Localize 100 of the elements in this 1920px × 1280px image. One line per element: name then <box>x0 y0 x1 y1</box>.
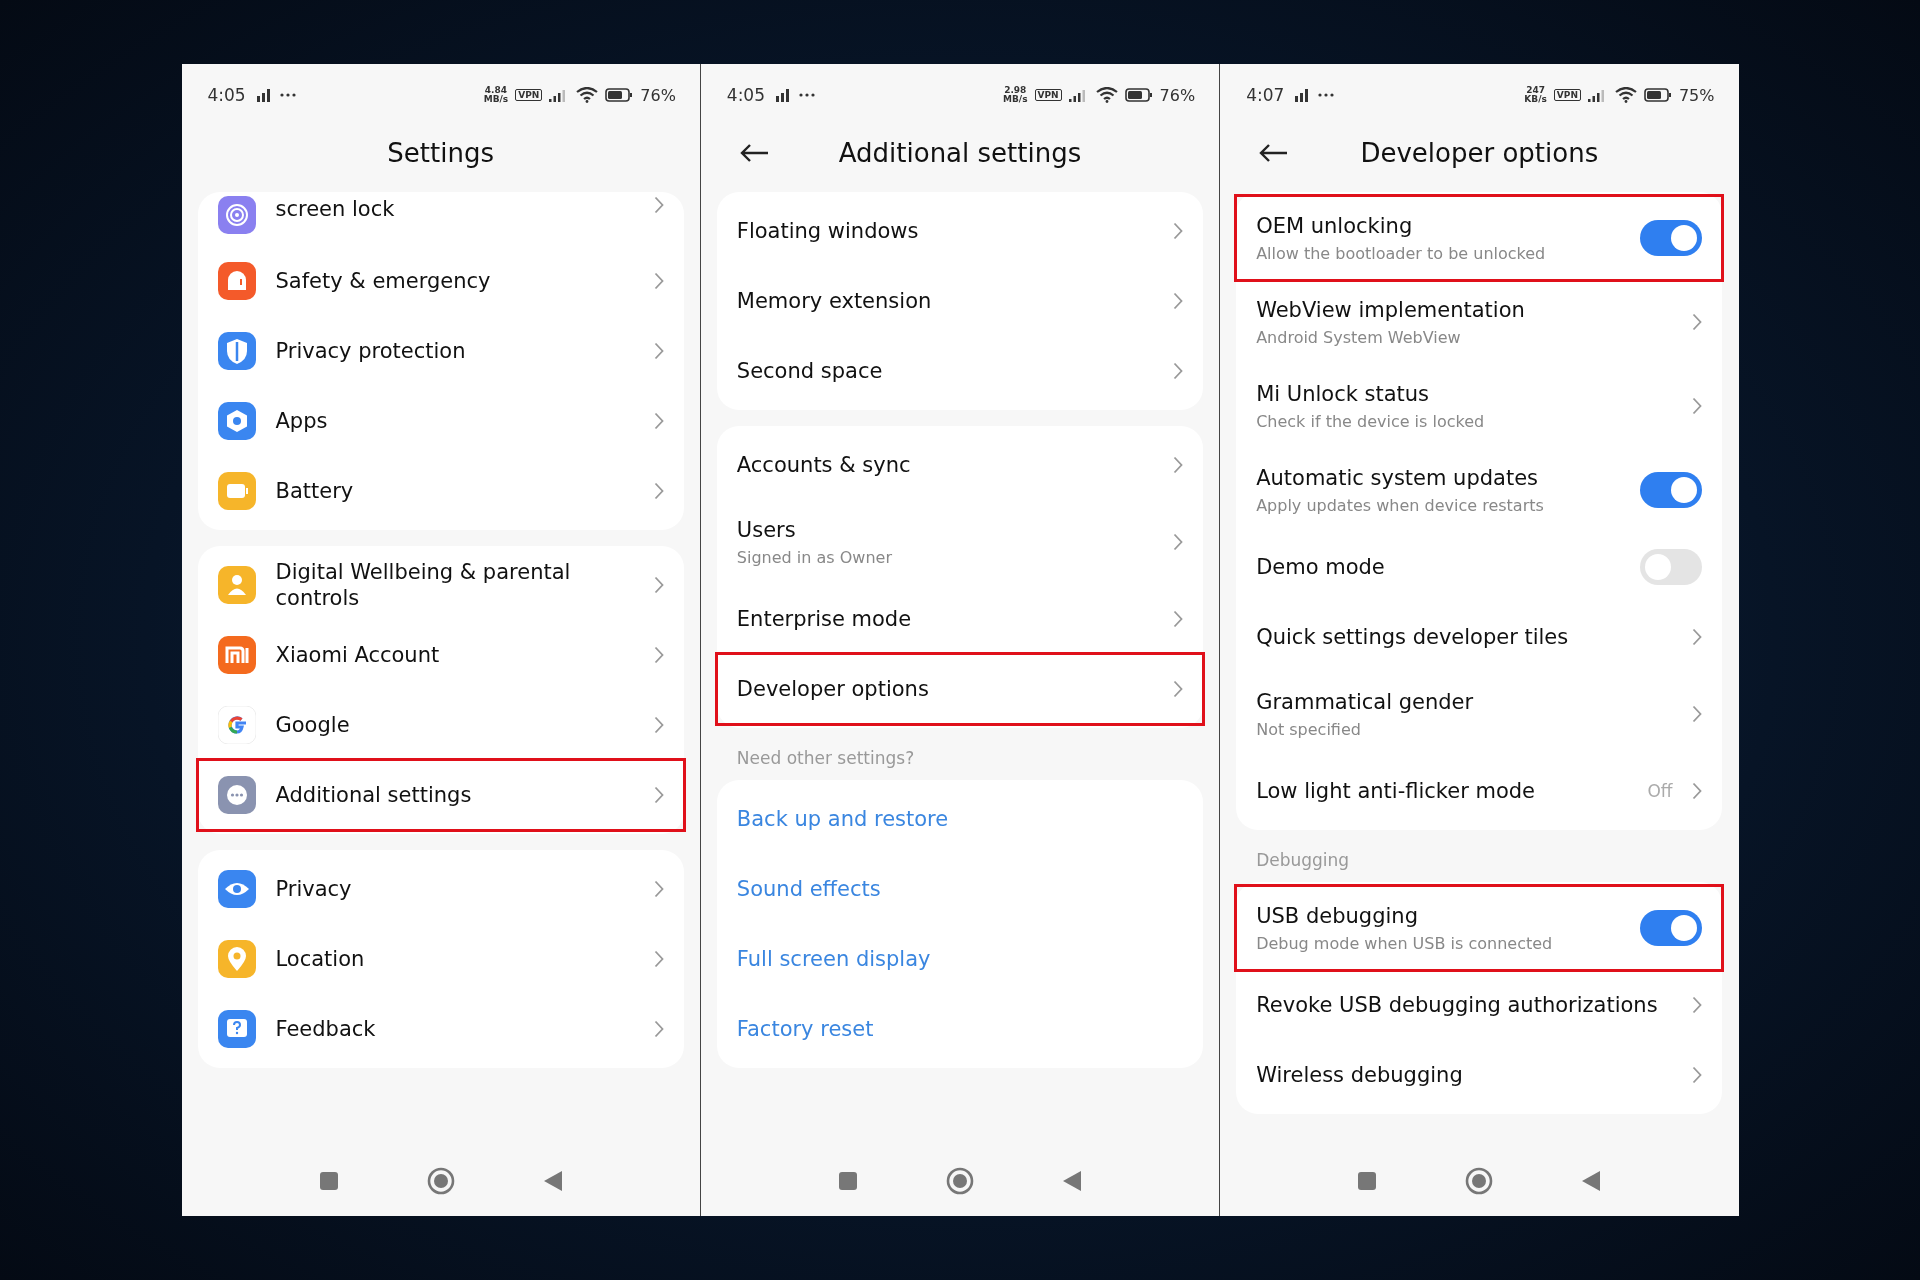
settings-row[interactable]: Factory reset <box>716 994 1204 1064</box>
wifi-icon <box>1614 87 1637 103</box>
chevron-icon <box>653 272 664 290</box>
settings-row[interactable]: Sound effects <box>716 854 1204 924</box>
item-label: Location <box>275 945 366 973</box>
settings-row[interactable]: Safety & emergency <box>197 246 684 316</box>
item-label: WebView implementation <box>1256 297 1526 324</box>
item-label: Users <box>736 517 797 544</box>
recents-icon[interactable] <box>1357 1171 1378 1191</box>
battery-icon <box>217 472 256 510</box>
chevron-icon <box>653 576 664 594</box>
item-label: Privacy protection <box>275 337 467 365</box>
wifi-icon <box>1095 87 1118 103</box>
chevron-icon <box>1173 362 1184 380</box>
settings-row[interactable]: USB debugging Debug mode when USB is connected <box>1236 886 1723 970</box>
settings-row[interactable]: Users Signed in as Owner <box>716 500 1204 584</box>
settings-row[interactable]: Revoke USB debugging authorizations <box>1236 970 1723 1040</box>
settings-row[interactable]: Location <box>197 924 684 994</box>
settings-row[interactable]: Enterprise mode <box>716 584 1204 654</box>
item-label: Developer options <box>736 675 930 703</box>
toggle-switch[interactable] <box>1640 472 1703 508</box>
settings-row[interactable]: Xiaomi Account <box>197 620 684 690</box>
settings-row[interactable]: OEM unlocking Allow the bootloader to be unlocked <box>1236 196 1723 280</box>
more-icon <box>1318 93 1335 97</box>
settings-row[interactable]: Wireless debugging <box>1236 1040 1723 1110</box>
recents-icon[interactable] <box>318 1171 339 1191</box>
item-label: USB debugging <box>1256 903 1419 930</box>
settings-row[interactable]: Digital Wellbeing & parental controls <box>197 550 684 620</box>
settings-row[interactable]: Privacy protection <box>197 316 684 386</box>
chevron-icon <box>653 1020 664 1038</box>
section-header: Need other settings? <box>735 747 916 768</box>
item-label: OEM unlocking <box>1256 213 1414 240</box>
item-label: Factory reset <box>736 1015 875 1043</box>
back-arrow-icon[interactable] <box>738 143 769 163</box>
settings-row[interactable]: Memory extension <box>716 266 1204 336</box>
eye-icon <box>217 870 256 908</box>
back-icon[interactable] <box>1062 1170 1082 1192</box>
signal-icon <box>776 88 792 102</box>
chevron-icon <box>1692 313 1703 331</box>
settings-row[interactable]: Developer options <box>716 654 1204 724</box>
settings-row[interactable]: Accounts & sync <box>716 430 1204 500</box>
settings-row[interactable]: Additional settings <box>197 760 684 830</box>
item-label: Floating windows <box>736 217 920 245</box>
settings-row[interactable]: Quick settings developer tiles <box>1236 602 1723 672</box>
chevron-icon <box>653 482 664 500</box>
settings-row[interactable]: Apps <box>197 386 684 456</box>
back-arrow-icon[interactable] <box>1258 143 1289 163</box>
settings-row[interactable]: WebView implementation Android System WebView <box>1236 280 1723 364</box>
chevron-icon <box>1692 705 1703 723</box>
battery-icon <box>1124 88 1153 102</box>
settings-row[interactable]: Demo mode <box>1236 532 1723 602</box>
back-icon[interactable] <box>1581 1170 1602 1192</box>
toggle-switch[interactable] <box>1640 549 1703 585</box>
settings-row[interactable]: Full screen display <box>716 924 1204 994</box>
toggle-switch[interactable] <box>1640 220 1703 256</box>
settings-row[interactable]: Back up and restore <box>716 784 1204 854</box>
screen-title: Additional settings <box>838 138 1082 168</box>
item-label: Quick settings developer tiles <box>1256 623 1570 651</box>
siren-icon <box>217 262 256 300</box>
dots-icon <box>217 776 256 814</box>
chevron-icon <box>653 950 664 968</box>
chevron-icon <box>1173 610 1184 628</box>
settings-row[interactable]: Floating windows <box>716 196 1204 266</box>
home-icon[interactable] <box>946 1167 974 1195</box>
home-icon[interactable] <box>426 1167 455 1195</box>
chevron-icon <box>653 880 664 898</box>
item-subtitle: Check if the device is locked <box>1256 411 1486 431</box>
chevron-icon <box>1173 222 1184 240</box>
settings-row[interactable]: Feedback <box>197 994 684 1064</box>
settings-row[interactable]: Automatic system updates Apply updates when device restarts <box>1236 448 1723 532</box>
item-label: Automatic system updates <box>1256 465 1540 492</box>
settings-row[interactable]: Privacy <box>197 854 684 924</box>
settings-row[interactable]: Mi Unlock status Check if the device is locked <box>1236 364 1723 448</box>
home-icon[interactable] <box>1465 1167 1494 1195</box>
chevron-icon <box>1173 292 1184 310</box>
speed-unit: MB/s <box>1003 95 1028 104</box>
settings-row[interactable]: Low light anti-flicker mode Off <box>1236 756 1723 826</box>
chevron-icon <box>1692 397 1703 415</box>
settings-row[interactable]: screen lock <box>197 196 684 246</box>
settings-row[interactable]: Battery <box>197 456 684 526</box>
item-label: Memory extension <box>736 287 933 315</box>
speed-unit: KB/s <box>1524 95 1547 104</box>
settings-row[interactable]: Grammatical gender Not specified <box>1236 672 1723 756</box>
battery-percent: 76% <box>1159 85 1196 105</box>
chevron-icon <box>1173 680 1184 698</box>
item-label: Wireless debugging <box>1256 1061 1464 1089</box>
settings-row[interactable]: Google <box>197 690 684 760</box>
speed-value: 247 <box>1526 86 1545 95</box>
item-label: Back up and restore <box>736 805 950 833</box>
item-label: Sound effects <box>736 875 882 903</box>
recents-icon[interactable] <box>838 1171 858 1191</box>
settings-row[interactable]: Second space <box>716 336 1204 406</box>
chevron-icon <box>653 412 664 430</box>
chevron-icon <box>653 342 664 360</box>
item-label: Grammatical gender <box>1256 689 1475 716</box>
toggle-switch[interactable] <box>1640 910 1703 946</box>
battery-icon <box>1643 88 1672 102</box>
chevron-icon <box>1692 996 1703 1014</box>
item-label: Mi Unlock status <box>1256 381 1431 408</box>
back-icon[interactable] <box>542 1170 563 1192</box>
